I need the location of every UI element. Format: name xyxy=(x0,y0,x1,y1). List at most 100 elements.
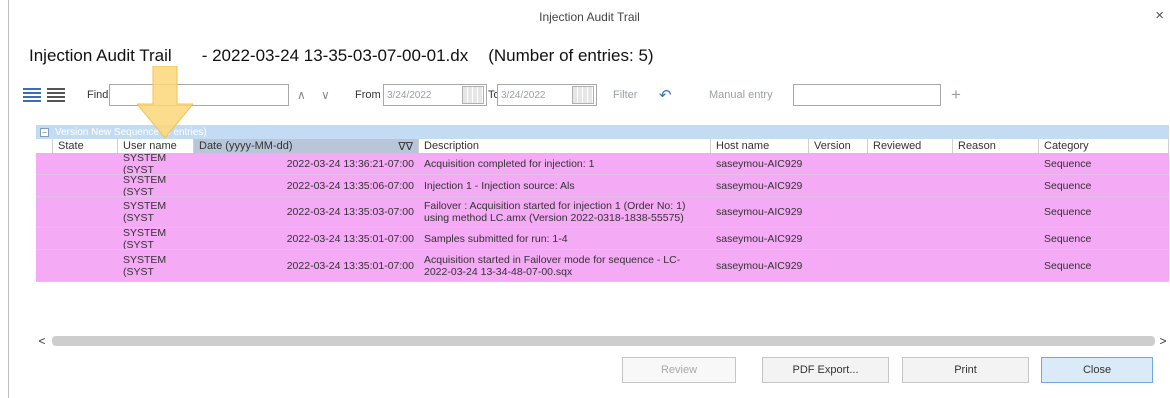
scroll-right-icon[interactable]: > xyxy=(1157,334,1169,348)
column-headers: State User name Date (yyyy-MM-dd) ∇∇ Des… xyxy=(36,139,1169,154)
scroll-track[interactable] xyxy=(48,336,1157,346)
find-next-icon[interactable]: ∨ xyxy=(321,82,330,108)
column-header-user-name[interactable]: User name xyxy=(118,139,194,153)
manual-entry-input[interactable] xyxy=(793,84,941,106)
cell-user-name: SYSTEM (SYST xyxy=(123,200,167,224)
cell-category: Sequence xyxy=(1044,232,1092,245)
cell-description: Acquisition started in Failover mode for… xyxy=(424,253,681,278)
cell-category: Sequence xyxy=(1044,259,1092,272)
from-label: From xyxy=(355,89,381,101)
cell-state xyxy=(53,250,118,281)
table-row[interactable]: SYSTEM (SYST 2022-03-24 13:35:01-07:00 A… xyxy=(36,250,1169,282)
callout-arrow-icon xyxy=(137,66,193,138)
scroll-left-icon[interactable]: < xyxy=(36,334,48,348)
cell-user-name: SYSTEM (SYST xyxy=(123,154,167,174)
cell-description: Samples submitted for run: 1-4 xyxy=(424,232,568,245)
page-title-label: Injection Audit Trail xyxy=(29,46,172,65)
row-gutter xyxy=(36,250,53,281)
calendar-icon[interactable] xyxy=(462,86,484,104)
to-date-field[interactable]: 3/24/2022 xyxy=(497,84,597,106)
cell-reviewed xyxy=(868,197,953,227)
column-header-description[interactable]: Description xyxy=(419,139,711,153)
cell-reviewed xyxy=(868,154,953,174)
add-entry-icon[interactable]: + xyxy=(951,82,961,108)
cell-host-name: saseymou-AIC929 xyxy=(716,259,803,272)
column-header-category[interactable]: Category xyxy=(1039,139,1169,153)
cell-version xyxy=(809,250,868,281)
table-row[interactable]: SYSTEM (SYST 2022-03-24 13:35:06-07:00 I… xyxy=(36,175,1169,197)
cell-user-name: SYSTEM (SYST xyxy=(123,253,167,278)
close-button[interactable]: Close xyxy=(1041,357,1153,383)
cell-description: Injection 1 - Injection source: Als xyxy=(424,179,575,192)
audit-grid: − Version New Sequence (5 entries) State… xyxy=(36,125,1169,282)
collapse-icon[interactable]: − xyxy=(40,127,49,137)
cell-category: Sequence xyxy=(1044,206,1092,218)
cell-description: Acquisition completed for injection: 1 xyxy=(424,158,595,170)
table-row[interactable]: SYSTEM (SYST 2022-03-24 13:36:21-07:00 A… xyxy=(36,154,1169,175)
cell-version xyxy=(809,197,868,227)
filter-button[interactable]: Filter xyxy=(613,82,637,108)
cell-version xyxy=(809,154,868,174)
undo-icon[interactable]: ↶ xyxy=(659,82,672,108)
manual-entry-label: Manual entry xyxy=(709,89,773,101)
cell-state xyxy=(53,154,118,174)
cell-host-name: saseymou-AIC929 xyxy=(716,179,803,192)
cell-reason xyxy=(953,250,1039,281)
close-icon[interactable]: × xyxy=(1155,8,1164,23)
cell-reason xyxy=(953,154,1039,174)
cell-host-name: saseymou-AIC929 xyxy=(716,232,803,245)
column-header-date[interactable]: Date (yyyy-MM-dd) ∇∇ xyxy=(194,139,419,153)
find-previous-icon[interactable]: ∧ xyxy=(297,82,306,108)
column-header-reviewed[interactable]: Reviewed xyxy=(868,139,953,153)
cell-host-name: saseymou-AIC929 xyxy=(716,206,803,218)
find-input[interactable] xyxy=(109,84,289,106)
cell-state xyxy=(53,228,118,249)
cell-reason xyxy=(953,197,1039,227)
column-header-reason[interactable]: Reason xyxy=(953,139,1039,153)
review-button[interactable]: Review xyxy=(622,357,736,383)
title-bar: Injection Audit Trail × xyxy=(9,0,1170,35)
table-row[interactable]: SYSTEM (SYST 2022-03-24 13:35:01-07:00 S… xyxy=(36,228,1169,250)
from-date-field[interactable]: 3/24/2022 xyxy=(383,84,487,106)
cell-host-name: saseymou-AIC929 xyxy=(716,158,803,170)
cell-state xyxy=(53,175,118,196)
cell-version xyxy=(809,175,868,196)
to-date-value: 3/24/2022 xyxy=(501,89,546,101)
column-header-state[interactable]: State xyxy=(53,139,118,153)
table-row[interactable]: SYSTEM (SYST 2022-03-24 13:35:03-07:00 F… xyxy=(36,197,1169,228)
list-view-icon[interactable] xyxy=(23,82,41,108)
cell-reason xyxy=(953,175,1039,196)
column-header-version[interactable]: Version xyxy=(809,139,868,153)
row-gutter xyxy=(36,154,53,174)
detail-view-icon[interactable] xyxy=(47,82,65,108)
cell-category: Sequence xyxy=(1044,179,1092,192)
cell-reviewed xyxy=(868,250,953,281)
cell-description: Failover : Acquisition started for injec… xyxy=(424,200,686,224)
page-title-file: - 2022-03-24 13-35-03-07-00-01.dx xyxy=(201,46,469,65)
row-gutter xyxy=(36,175,53,196)
cell-reason xyxy=(953,228,1039,249)
page-title: Injection Audit Trail - 2022-03-24 13-35-… xyxy=(29,46,654,66)
cell-reviewed xyxy=(868,175,953,196)
scroll-thumb[interactable] xyxy=(52,336,1155,346)
from-date-value: 3/24/2022 xyxy=(387,89,432,101)
cell-date: 2022-03-24 13:35:01-07:00 xyxy=(286,259,414,272)
row-gutter-header xyxy=(36,139,53,153)
cell-reviewed xyxy=(868,228,953,249)
page-title-count: (Number of entries: 5) xyxy=(488,46,654,65)
cell-date: 2022-03-24 13:35:03-07:00 xyxy=(286,206,414,218)
horizontal-scrollbar[interactable]: < > xyxy=(36,334,1169,348)
print-button[interactable]: Print xyxy=(902,357,1029,383)
cell-date: 2022-03-24 13:36:21-07:00 xyxy=(286,158,414,170)
cell-date: 2022-03-24 13:35:06-07:00 xyxy=(286,179,414,192)
find-label: Find xyxy=(87,89,109,101)
pdf-export-button[interactable]: PDF Export... xyxy=(762,357,889,383)
calendar-icon[interactable] xyxy=(572,86,594,104)
cell-category: Sequence xyxy=(1044,158,1092,170)
window-title: Injection Audit Trail xyxy=(539,10,640,24)
sort-filter-icon[interactable]: ∇∇ xyxy=(398,140,413,153)
column-header-host-name[interactable]: Host name xyxy=(711,139,809,153)
cell-user-name: SYSTEM (SYST xyxy=(123,228,167,249)
group-header[interactable]: − Version New Sequence (5 entries) xyxy=(36,125,1169,139)
column-header-date-label: Date (yyyy-MM-dd) xyxy=(199,140,293,152)
